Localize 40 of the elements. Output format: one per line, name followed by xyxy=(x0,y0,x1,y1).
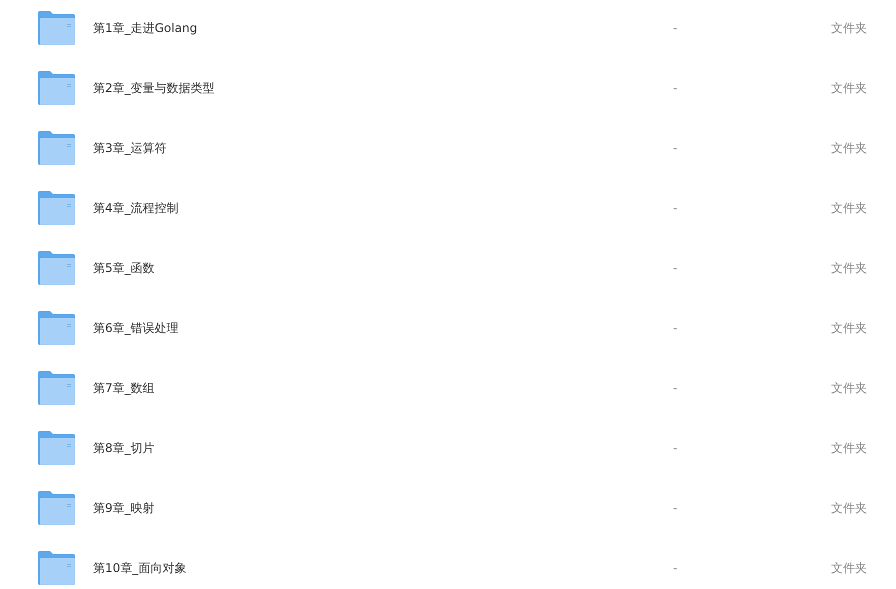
file-type: 文件夹 xyxy=(831,560,867,576)
folder-name[interactable]: 第1章_走进Golang xyxy=(93,20,673,36)
folder-name[interactable]: 第8章_切片 xyxy=(93,440,673,456)
file-size: - xyxy=(673,321,678,335)
file-size: - xyxy=(673,381,678,395)
folder-icon xyxy=(38,71,75,105)
folder-name[interactable]: 第10章_面向对象 xyxy=(93,560,673,576)
folder-icon xyxy=(38,11,75,45)
folder-name[interactable]: 第7章_数组 xyxy=(93,380,673,396)
folder-icon xyxy=(38,191,75,225)
file-size: - xyxy=(673,441,678,455)
file-size: - xyxy=(673,21,678,35)
file-type: 文件夹 xyxy=(831,20,867,36)
file-type: 文件夹 xyxy=(831,500,867,516)
folder-icon xyxy=(38,431,75,465)
file-type: 文件夹 xyxy=(831,260,867,276)
file-type: 文件夹 xyxy=(831,380,867,396)
folder-icon xyxy=(38,491,75,525)
file-size: - xyxy=(673,261,678,275)
folder-name[interactable]: 第3章_运算符 xyxy=(93,140,673,156)
file-type: 文件夹 xyxy=(831,140,867,156)
folder-name[interactable]: 第4章_流程控制 xyxy=(93,200,673,216)
file-size: - xyxy=(673,201,678,215)
folder-name[interactable]: 第6章_错误处理 xyxy=(93,320,673,336)
file-type: 文件夹 xyxy=(831,80,867,96)
file-size: - xyxy=(673,141,678,155)
file-size: - xyxy=(673,501,678,515)
folder-name[interactable]: 第5章_函数 xyxy=(93,260,673,276)
folder-icon xyxy=(38,371,75,405)
file-type: 文件夹 xyxy=(831,320,867,336)
file-type: 文件夹 xyxy=(831,440,867,456)
folder-name[interactable]: 第9章_映射 xyxy=(93,500,673,516)
folder-icon xyxy=(38,551,75,585)
folder-name[interactable]: 第2章_变量与数据类型 xyxy=(93,80,673,96)
folder-icon xyxy=(38,251,75,285)
file-type: 文件夹 xyxy=(831,200,867,216)
folder-icon xyxy=(38,131,75,165)
file-size: - xyxy=(673,561,678,575)
file-size: - xyxy=(673,81,678,95)
folder-icon xyxy=(38,311,75,345)
